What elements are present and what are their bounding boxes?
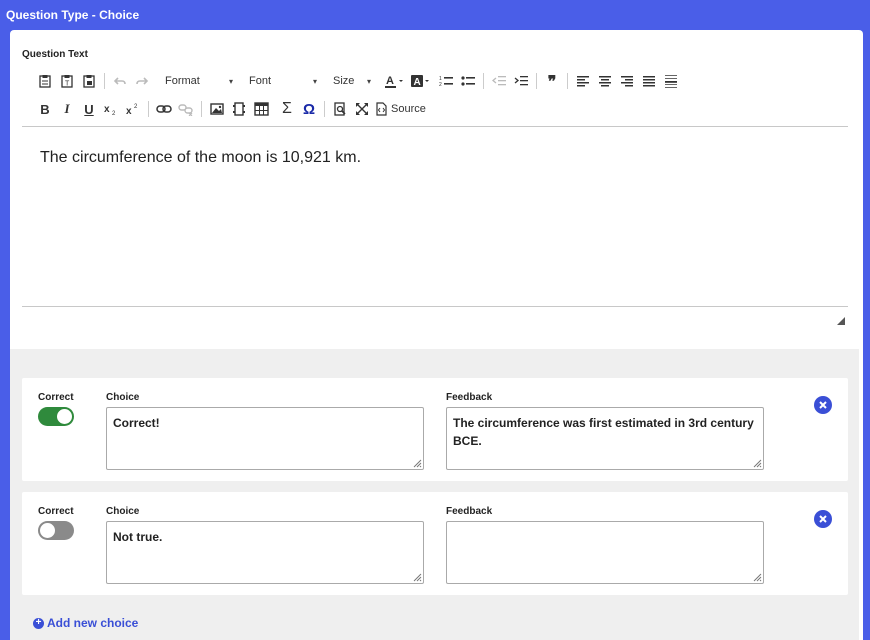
textarea-resize-grip[interactable] [412, 458, 422, 468]
toolbar-separator [104, 73, 105, 89]
italic-icon[interactable]: I [56, 98, 78, 120]
add-new-choice-button[interactable]: + Add new choice [33, 616, 138, 630]
correct-toggle[interactable] [38, 407, 74, 426]
link-icon[interactable] [153, 98, 175, 120]
toggle-knob [57, 409, 72, 424]
image-icon[interactable] [206, 98, 228, 120]
question-text-label: Question Text [22, 49, 88, 60]
redo-icon[interactable] [131, 70, 153, 92]
close-icon [819, 401, 827, 409]
plus-circle-icon: + [33, 617, 44, 629]
correct-toggle[interactable] [38, 521, 74, 540]
feedback-label: Feedback [446, 392, 493, 403]
feedback-text: The circumference was first estimated in… [453, 416, 754, 448]
editor-resize-handle[interactable] [837, 317, 845, 325]
toolbar-separator [201, 101, 202, 117]
choice-row: Correct Choice Correct! Feedback The cir… [22, 378, 848, 481]
undo-icon[interactable] [109, 70, 131, 92]
toolbar-separator [567, 73, 568, 89]
chevron-down-icon: ▾ [312, 76, 317, 86]
svg-text:x: x [126, 106, 132, 116]
toolbar-separator [148, 101, 149, 117]
format-dropdown[interactable]: Format ▾ [159, 70, 239, 92]
toggle-knob [40, 523, 55, 538]
underline-icon[interactable]: U [78, 98, 100, 120]
remove-choice-button[interactable] [814, 510, 832, 528]
svg-text:A: A [386, 75, 394, 87]
unlink-icon[interactable] [175, 98, 197, 120]
chevron-down-icon: ▾ [366, 76, 371, 86]
feedback-textarea[interactable] [446, 521, 764, 584]
outdent-icon[interactable] [488, 70, 510, 92]
justify-icon[interactable] [638, 70, 660, 92]
choices-panel: Correct Choice Correct! Feedback The cir… [10, 349, 859, 640]
choice-textarea[interactable]: Not true. [106, 521, 424, 584]
maximize-icon[interactable] [351, 98, 373, 120]
toolbar-separator [536, 73, 537, 89]
choice-label: Choice [106, 506, 140, 517]
choice-text: Correct! [113, 416, 160, 430]
paste-icon[interactable] [34, 70, 56, 92]
svg-text:2: 2 [112, 111, 116, 116]
correct-label: Correct [38, 506, 74, 517]
editor-toolbar-row-2: B I U x2 x2 Σ Ω Source [34, 98, 428, 120]
choice-row: Correct Choice Not true. Feedback [22, 492, 848, 595]
chevron-down-icon: ▾ [228, 76, 233, 86]
horizontal-rule-icon[interactable] [660, 70, 682, 92]
bold-icon[interactable]: B [34, 98, 56, 120]
source-button[interactable]: Source [373, 98, 428, 120]
remove-choice-button[interactable] [814, 396, 832, 414]
text-color-icon[interactable]: A [381, 70, 407, 92]
add-new-choice-label: Add new choice [47, 616, 139, 630]
svg-text:2: 2 [134, 104, 138, 110]
question-text-content[interactable]: The circumference of the moon is 10,921 … [40, 149, 361, 167]
preview-icon[interactable] [329, 98, 351, 120]
svg-text:A: A [414, 77, 421, 88]
bulleted-list-icon[interactable] [457, 70, 479, 92]
feedback-label: Feedback [446, 506, 493, 517]
numbered-list-icon[interactable]: 12 [435, 70, 457, 92]
svg-text:2: 2 [439, 82, 442, 88]
size-dropdown-label: Size [333, 75, 355, 87]
special-character-icon[interactable]: Ω [298, 98, 320, 120]
format-dropdown-label: Format [165, 75, 200, 87]
superscript-icon[interactable]: x2 [122, 98, 144, 120]
textarea-resize-grip[interactable] [752, 458, 762, 468]
blockquote-icon[interactable]: ❞ [541, 70, 563, 92]
table-icon[interactable] [250, 98, 272, 120]
align-left-icon[interactable] [572, 70, 594, 92]
align-right-icon[interactable] [616, 70, 638, 92]
svg-text:x: x [104, 104, 110, 115]
choice-label: Choice [106, 392, 140, 403]
toolbar-separator [324, 101, 325, 117]
editor-toolbar-row-1: T Format ▾ Font ▾ Size ▾ A A 12 ❞ [34, 70, 682, 92]
textarea-resize-grip[interactable] [752, 572, 762, 582]
sigma-icon[interactable]: Σ [276, 98, 298, 120]
close-icon [819, 515, 827, 523]
window-title: Question Type - Choice [6, 8, 140, 22]
paste-word-icon[interactable] [78, 70, 100, 92]
choice-text: Not true. [113, 530, 163, 544]
textarea-resize-grip[interactable] [412, 572, 422, 582]
font-dropdown[interactable]: Font ▾ [243, 70, 323, 92]
feedback-textarea[interactable]: The circumference was first estimated in… [446, 407, 764, 470]
video-icon[interactable] [228, 98, 250, 120]
question-card: Question Text T Format ▾ Font ▾ Size ▾ A [10, 30, 863, 640]
subscript-icon[interactable]: x2 [100, 98, 122, 120]
source-button-label: Source [391, 103, 426, 115]
paste-text-icon[interactable]: T [56, 70, 78, 92]
source-icon [376, 102, 387, 116]
toolbar-separator [483, 73, 484, 89]
align-center-icon[interactable] [594, 70, 616, 92]
size-dropdown[interactable]: Size ▾ [327, 70, 377, 92]
font-dropdown-label: Font [249, 75, 272, 87]
background-color-icon[interactable]: A [407, 70, 433, 92]
svg-text:T: T [65, 81, 70, 88]
correct-label: Correct [38, 392, 74, 403]
question-text-editor[interactable]: The circumference of the moon is 10,921 … [22, 126, 848, 307]
indent-icon[interactable] [510, 70, 532, 92]
choice-textarea[interactable]: Correct! [106, 407, 424, 470]
